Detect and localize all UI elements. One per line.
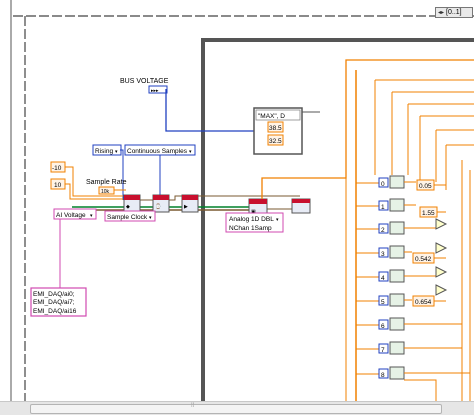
svg-text:⌚: ⌚: [155, 203, 161, 210]
daq-timing-icon[interactable]: ⌚: [152, 194, 170, 213]
svg-text:3: 3: [381, 251, 385, 258]
svg-text:4: 4: [381, 275, 385, 282]
svg-text:Analog 1D DBL: Analog 1D DBL: [229, 216, 274, 223]
svg-text:1.55: 1.55: [422, 210, 435, 217]
svg-text:10: 10: [54, 182, 62, 189]
channel-item: EMI_DAQ/ai7;: [33, 299, 75, 306]
svg-text:Rising: Rising: [95, 148, 113, 155]
daq-clear-icon[interactable]: [291, 198, 311, 214]
case-selector[interactable]: ◂▸ [0..1]: [435, 7, 473, 18]
index-array-icon: [389, 198, 405, 212]
index-array-icon: [389, 366, 405, 380]
case-selector-arrow-icon[interactable]: ◂▸: [438, 9, 444, 16]
case-selector-label: [0..1]: [446, 9, 462, 16]
svg-text:5: 5: [381, 299, 385, 306]
svg-text:0.05: 0.05: [419, 183, 432, 190]
scrollbar-grip-icon: ⁞⁞: [191, 403, 195, 409]
read-mode-selector[interactable]: Analog 1D DBL NChan 1Samp ▾: [225, 212, 284, 233]
svg-text:7: 7: [381, 347, 385, 354]
scrollbar-thumb[interactable]: [30, 404, 442, 414]
index-array-icon: [389, 269, 405, 283]
svg-text:AI Voltage: AI Voltage: [56, 212, 86, 219]
index-array-icon: [389, 317, 405, 331]
index-array-icon: [389, 341, 405, 355]
sample-rate-label: Sample Rate: [86, 179, 127, 186]
index-array-icon: [389, 293, 405, 307]
channel-item: EMI_DAQ/ai0;: [33, 291, 75, 298]
svg-text:▸▸▸: ▸▸▸: [151, 88, 159, 94]
bus-voltage-label: BUS VOLTAGE: [120, 78, 169, 85]
channel-item: EMI_DAQ/ai16: [33, 308, 77, 315]
timing-mode-selector[interactable]: Sample Clock ▾: [104, 210, 156, 222]
daq-start-icon[interactable]: ▶: [181, 194, 199, 213]
min-constant[interactable]: -10: [50, 161, 66, 173]
svg-text:0.654: 0.654: [415, 299, 432, 306]
svg-text:8: 8: [381, 372, 385, 379]
property-node[interactable]: "MAX", D 38.5 32.5: [253, 107, 303, 155]
max-constant[interactable]: 10: [50, 178, 66, 190]
svg-text:◆: ◆: [126, 204, 130, 210]
block-diagram[interactable]: BUS VOLTAGE ▸▸▸ "MAX", D 38.5 32.5 Risin…: [0, 0, 474, 414]
index-array-icon: [389, 221, 405, 235]
svg-text:6: 6: [381, 323, 385, 330]
sample-rate-constant[interactable]: 10k: [98, 186, 115, 195]
svg-text:Sample Clock: Sample Clock: [107, 214, 148, 221]
sample-mode-constant[interactable]: Continuous Samples ▾: [124, 144, 196, 156]
channel-type-selector[interactable]: AI Voltage ▾: [53, 208, 97, 220]
bus-voltage-terminal[interactable]: ▸▸▸: [148, 85, 168, 94]
property-value-2: 32.5: [269, 138, 282, 145]
daq-create-channel-icon[interactable]: ◆: [123, 194, 141, 213]
trigger-edge-constant[interactable]: Rising ▾: [92, 144, 122, 156]
svg-text:1: 1: [381, 204, 385, 211]
property-node-label: "MAX", D: [258, 113, 285, 120]
svg-text:0.542: 0.542: [415, 256, 432, 263]
index-array-icon: [389, 245, 405, 259]
svg-text:-10: -10: [52, 165, 62, 172]
svg-text:2: 2: [381, 227, 385, 234]
index-array-icon: [389, 175, 405, 189]
svg-text:Continuous Samples: Continuous Samples: [127, 148, 188, 155]
svg-text:10k: 10k: [101, 189, 110, 195]
svg-text:NChan 1Samp: NChan 1Samp: [229, 225, 272, 232]
svg-text:▶: ▶: [184, 204, 188, 210]
svg-text:0: 0: [381, 181, 385, 188]
horizontal-scrollbar[interactable]: ⁞⁞: [0, 401, 474, 415]
property-value-1: 38.5: [269, 125, 282, 132]
channel-list-constant[interactable]: EMI_DAQ/ai0; EMI_DAQ/ai7; EMI_DAQ/ai16: [30, 287, 87, 317]
